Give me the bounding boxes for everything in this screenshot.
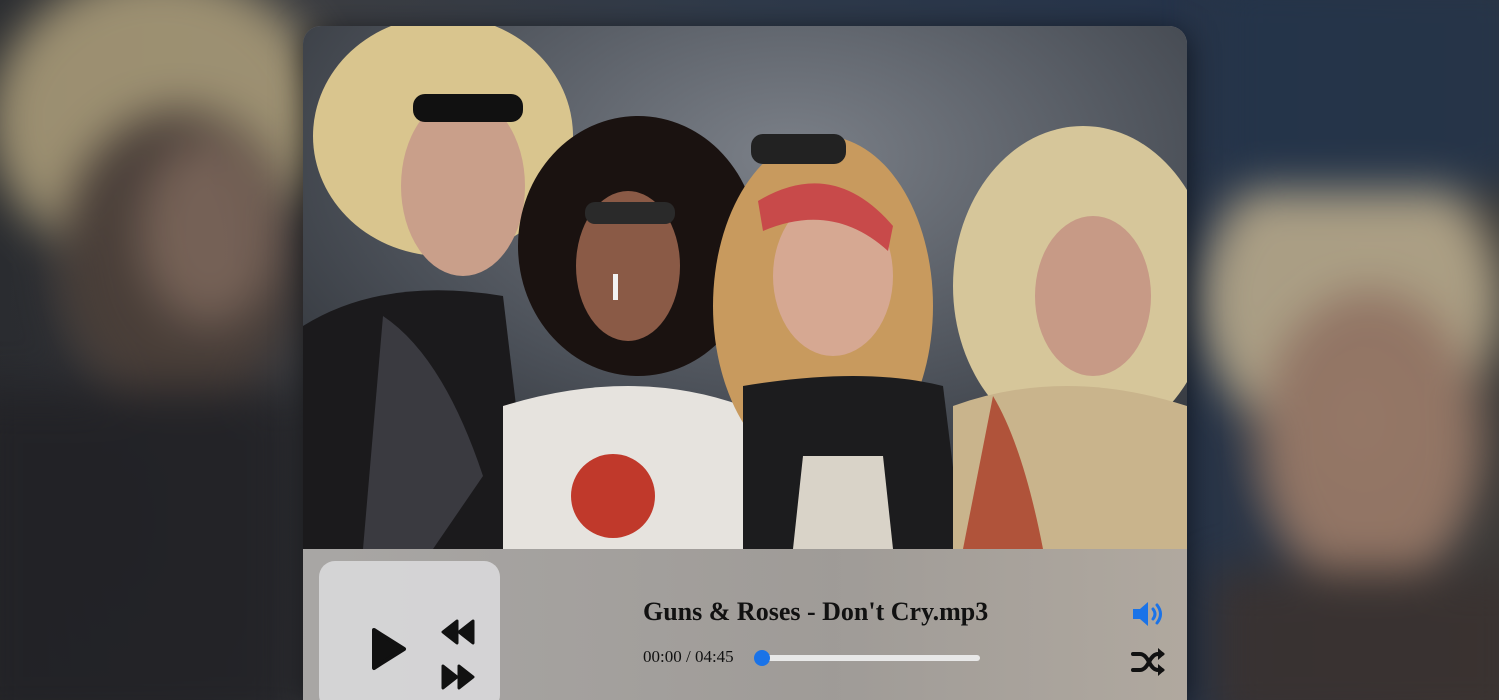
music-player-card: Guns & Roses - Don't Cry.mp3 00:00 / 04:… bbox=[303, 26, 1187, 700]
track-title: Guns & Roses - Don't Cry.mp3 bbox=[643, 597, 989, 626]
progress-slider-thumb[interactable] bbox=[754, 650, 770, 666]
play-icon[interactable] bbox=[371, 627, 407, 671]
player-controls-bar: Guns & Roses - Don't Cry.mp3 00:00 / 04:… bbox=[303, 549, 1187, 700]
album-art-image bbox=[303, 26, 1187, 549]
rewind-icon[interactable] bbox=[440, 618, 476, 646]
shuffle-icon[interactable] bbox=[1131, 646, 1167, 678]
progress-slider[interactable] bbox=[754, 650, 980, 666]
time-display: 00:00 / 04:45 bbox=[643, 647, 734, 666]
volume-icon[interactable] bbox=[1131, 599, 1167, 629]
fast-forward-icon[interactable] bbox=[440, 663, 476, 691]
playback-buttons-panel bbox=[319, 561, 500, 700]
